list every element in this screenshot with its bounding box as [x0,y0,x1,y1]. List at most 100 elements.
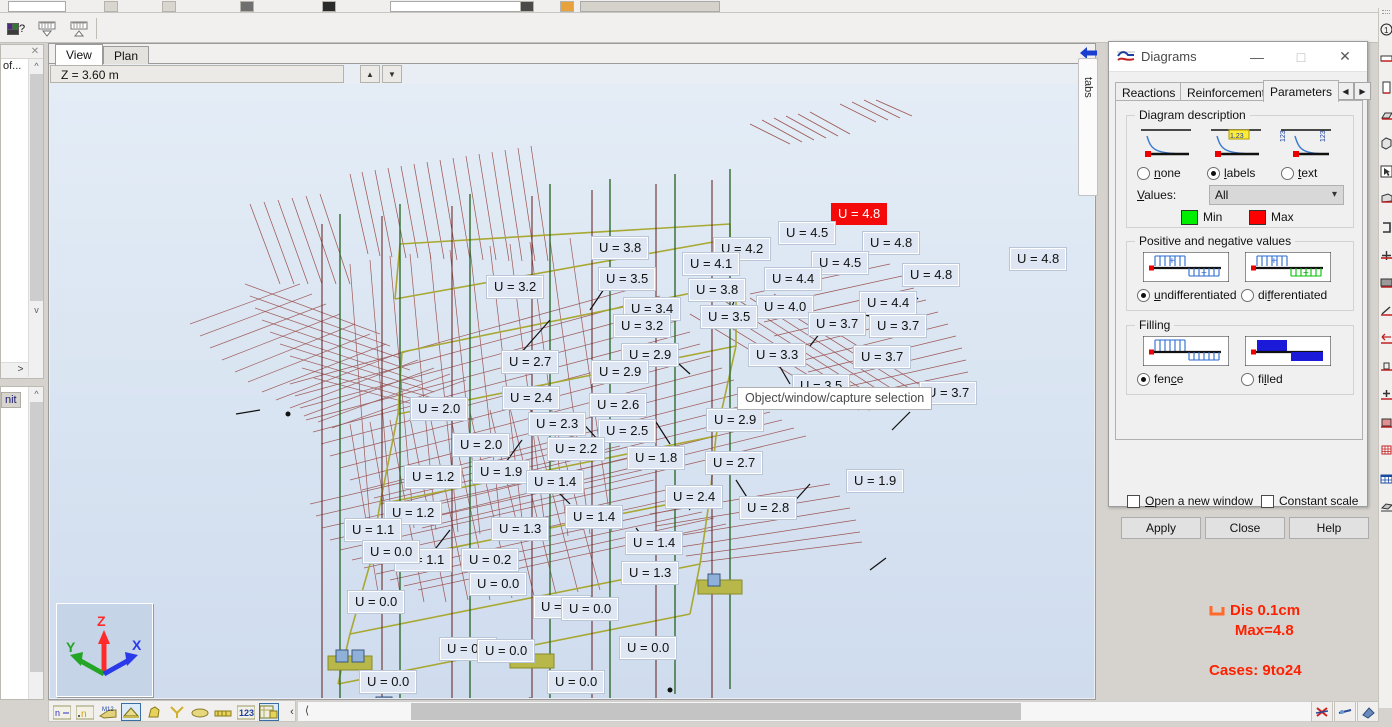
add-node-icon[interactable] [1379,244,1392,266]
node-label-icon[interactable]: n [52,703,72,721]
fill-tool-icon[interactable] [1357,701,1379,722]
radio-differentiated[interactable]: differentiated [1241,288,1327,302]
channel-section-icon[interactable] [1379,216,1392,238]
toolbar-icon-3[interactable] [240,1,254,12]
z-level-up-button[interactable]: ▲ [360,65,380,83]
close-dialog-button[interactable]: Close [1205,517,1285,539]
scroll-down-icon[interactable]: v [29,303,43,318]
radio-filled[interactable]: filled [1241,372,1283,386]
foundation-icon[interactable] [1379,188,1392,210]
cabinet-icon[interactable] [1379,412,1392,434]
z-level-bar[interactable]: Z = 3.60 m [50,65,344,83]
number-circle-icon[interactable]: 1 [1379,18,1392,40]
toolbar-icon-2[interactable] [162,1,176,12]
hscroll-thumb[interactable] [411,703,1021,720]
tab-prev-button[interactable]: ◀ [1337,82,1354,100]
legend-line-2: Max=4.8 [1234,622,1294,639]
grid-lines-icon[interactable] [1379,440,1392,462]
collapse-panel-up-icon[interactable] [66,17,92,40]
value-label: U = 1.2 [405,466,462,488]
load-hand-icon[interactable] [144,703,164,721]
left-panel-top-vscrollbar[interactable]: ^ v [28,59,43,377]
toolbar-icon-6[interactable] [560,1,574,12]
toolbar-icon-5[interactable] [520,1,534,12]
tab-next-button[interactable]: ▶ [1354,82,1371,100]
preview-labels-icon[interactable]: 1.23 [1209,128,1267,160]
values-select[interactable]: All ▾ [1209,185,1344,205]
maximize-button[interactable]: □ [1279,42,1323,71]
help-cursor-icon[interactable]: ? [4,17,30,40]
radio-description-labels[interactable]: labels [1207,166,1255,180]
apply-button[interactable]: Apply [1121,517,1201,539]
table-view-icon[interactable] [259,703,279,721]
toolbar-combo-2[interactable] [390,1,532,12]
radio-description-text[interactable]: text [1281,166,1317,180]
beam-section-icon[interactable] [1379,48,1392,70]
slab-element-icon[interactable] [1379,104,1392,126]
scroll-left-icon[interactable]: ⟨ [299,703,315,720]
radio-undifferentiated[interactable]: undifferentiated [1137,288,1237,302]
radio-description-none[interactable]: nnoneone [1137,166,1181,180]
preview-undifferentiated-icon[interactable]: + − [1142,251,1230,285]
panel-display-icon[interactable] [190,703,210,721]
close-icon[interactable]: ✕ [29,46,41,58]
axis-orientation-widget[interactable]: Z Y X [56,603,153,697]
toolbar-icon-1[interactable] [104,1,118,12]
toolbar-grip[interactable] [1382,10,1390,14]
diagonal-brace-icon[interactable] [1379,300,1392,322]
min-color-swatch[interactable] [1181,210,1198,225]
tab-reactions[interactable]: Reactions [1115,82,1183,101]
scroll-thumb[interactable] [30,402,43,672]
add-load-icon[interactable] [1379,384,1392,406]
left-panel-bottom-vscrollbar[interactable]: ^ [28,387,43,699]
value-label: U = 1.3 [622,562,679,584]
z-level-down-button[interactable]: ▼ [382,65,402,83]
delete-selection-icon[interactable] [1311,701,1333,722]
scroll-up-icon[interactable]: ^ [29,387,43,402]
tab-plan[interactable]: Plan [103,46,150,64]
extrude-solid-icon[interactable] [1379,496,1392,518]
rebar-m12-icon[interactable]: M12 [98,703,118,721]
support-fixed-icon[interactable] [1379,356,1392,378]
node-number-icon[interactable]: n [75,703,95,721]
wall-element-icon[interactable] [1379,76,1392,98]
pan-tool-icon[interactable] [1334,701,1356,722]
table-grid-icon[interactable] [1379,468,1392,490]
preview-fence-icon[interactable] [1142,335,1230,369]
values-123-icon[interactable]: 123 [236,703,256,721]
toolbar-combo-1[interactable] [8,1,66,12]
preview-text-icon[interactable]: 123 123 [1279,128,1337,160]
preview-differentiated-icon[interactable]: + − [1244,251,1332,285]
support-display-icon[interactable] [121,703,141,721]
preview-none-icon[interactable] [1139,128,1197,160]
minimize-button[interactable]: — [1235,42,1279,71]
mesh-pattern-icon[interactable] [1379,272,1392,294]
main-hscrollbar[interactable]: ⟨ ⟩ [297,701,1377,722]
scroll-thumb[interactable] [30,74,43,301]
tab-parameters[interactable]: Parameters [1263,80,1340,102]
max-color-swatch[interactable] [1249,210,1266,225]
help-button[interactable]: Help [1289,517,1369,539]
toolbar-icon-4[interactable] [322,1,336,12]
parameters-tab-page: Diagram description 1.23 123 123 none la… [1115,100,1363,440]
left-panel-top-hscrollbar[interactable]: > [1,362,28,377]
scroll-up-icon[interactable]: ^ [29,59,43,74]
tabs-side-handle[interactable]: tabs [1078,58,1098,196]
left-panel-bottom-label[interactable]: nit [1,392,21,408]
axes-display-icon[interactable] [167,703,187,721]
cursor-select-icon[interactable] [1379,160,1392,182]
load-arrow-left-icon[interactable] [1379,328,1392,350]
toolbar-combo-3[interactable] [580,1,720,12]
collapse-panel-down-icon[interactable] [34,17,60,40]
tab-reinforcement[interactable]: Reinforcement [1180,82,1273,101]
tab-view[interactable]: View [55,44,103,65]
solid-element-icon[interactable] [1379,132,1392,154]
radio-fence[interactable]: fence [1137,372,1183,386]
close-button[interactable]: ✕ [1323,42,1367,71]
dimension-icon[interactable] [213,703,233,721]
scroll-right-icon[interactable]: > [13,363,28,377]
checkbox-constant-scale[interactable]: Constant scale [1261,494,1358,508]
preview-filled-icon[interactable] [1244,335,1332,369]
dialog-titlebar[interactable]: Diagrams — □ ✕ [1109,42,1367,72]
checkbox-open-new-window[interactable]: Open a new window [1127,494,1253,508]
